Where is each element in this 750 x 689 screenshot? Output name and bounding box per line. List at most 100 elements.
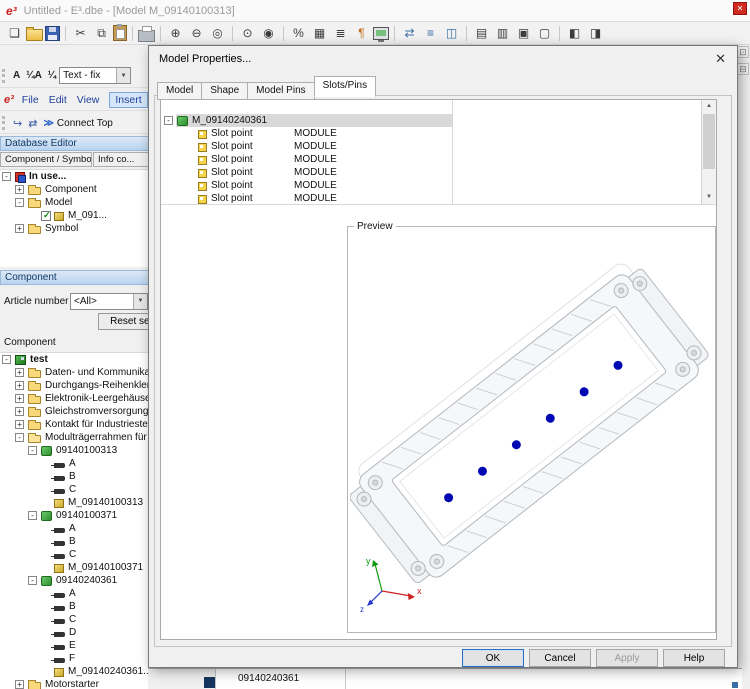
cascade-windows-icon[interactable]: ▣ bbox=[514, 25, 533, 42]
text-scale-icon[interactable]: ¼A bbox=[26, 70, 42, 81]
tree-item[interactable]: B bbox=[0, 535, 150, 548]
tree-item[interactable]: - 09140100313 bbox=[0, 444, 150, 457]
panel-view-icon[interactable]: ◫ bbox=[442, 25, 461, 42]
text-style-icon[interactable]: A bbox=[13, 70, 20, 81]
tree-expander[interactable]: - bbox=[2, 355, 11, 364]
tree-item[interactable]: + Durchgangs-Reihenklemm... bbox=[0, 379, 150, 392]
chevron-down-icon[interactable]: ▼ bbox=[116, 68, 131, 83]
toolbar-grip[interactable] bbox=[2, 116, 5, 130]
tree-expander[interactable]: - bbox=[15, 198, 24, 207]
tree-item[interactable]: B bbox=[0, 470, 150, 483]
tree-item[interactable]: + Component bbox=[0, 183, 150, 196]
tree-item[interactable]: A bbox=[0, 457, 150, 470]
tree-expander[interactable]: - bbox=[28, 446, 37, 455]
tab-model[interactable]: Model bbox=[157, 82, 203, 100]
tree-item[interactable]: - 09140240361 bbox=[0, 574, 150, 587]
tree-item[interactable]: C bbox=[0, 548, 150, 561]
checkbox-icon[interactable] bbox=[41, 210, 51, 221]
right-toolbar-icon-2[interactable]: ⊟ bbox=[737, 63, 749, 75]
paste-icon[interactable] bbox=[113, 24, 127, 41]
tree-expander[interactable]: - bbox=[2, 172, 11, 181]
tree-item[interactable]: + Symbol bbox=[0, 222, 150, 235]
tile-vertical-icon[interactable]: ▥ bbox=[493, 25, 512, 42]
menu-item-view[interactable]: View bbox=[77, 94, 100, 106]
tab-shape[interactable]: Shape bbox=[201, 82, 249, 100]
tree-item[interactable]: M_091... bbox=[0, 209, 150, 222]
menu-item-insert[interactable]: Insert bbox=[109, 92, 148, 108]
new-file-icon[interactable]: ❏ bbox=[5, 25, 24, 42]
tree-item[interactable]: A bbox=[0, 522, 150, 535]
db-tab-1[interactable]: Info co... bbox=[93, 152, 149, 167]
article-number-combo[interactable]: <All> ▼ bbox=[70, 292, 148, 310]
tree-item[interactable]: + Motorstarter bbox=[0, 678, 150, 689]
tab-model-pins[interactable]: Model Pins bbox=[247, 82, 315, 100]
pilcrow-icon[interactable]: ¶ bbox=[352, 25, 371, 42]
tree-item[interactable]: + Elektronik-Leergehäuse bbox=[0, 392, 150, 405]
slot-row[interactable]: Slot point MODULE bbox=[161, 127, 452, 140]
grid-icon[interactable]: ▦ bbox=[310, 25, 329, 42]
tree-item[interactable]: + Daten- und Kommunikatio... bbox=[0, 366, 150, 379]
menu-item-file[interactable]: File bbox=[22, 94, 39, 106]
previous-view-icon[interactable]: ◉ bbox=[259, 25, 278, 42]
column-left-icon[interactable]: ◧ bbox=[565, 25, 584, 42]
help-button[interactable]: Help bbox=[663, 649, 725, 667]
save-icon[interactable] bbox=[45, 25, 60, 41]
scroll-thumb[interactable] bbox=[703, 114, 715, 169]
slot-row[interactable]: Slot point MODULE bbox=[161, 153, 452, 166]
connect-top-button[interactable]: Connect Top bbox=[57, 118, 113, 129]
tree-view-icon[interactable]: ≡ bbox=[421, 25, 440, 42]
apply-button[interactable]: Apply bbox=[596, 649, 658, 667]
slot-row[interactable]: Slot point MODULE bbox=[161, 192, 452, 204]
tree-expander[interactable]: - bbox=[28, 576, 37, 585]
right-toolbar-icon-1[interactable]: ⊡ bbox=[737, 46, 749, 58]
dialog-title-bar[interactable]: Model Properties... ✕ bbox=[149, 46, 737, 72]
tree-item[interactable]: - Model bbox=[0, 196, 150, 209]
tree-item[interactable]: C bbox=[0, 483, 150, 496]
slot-row[interactable]: Slot point MODULE bbox=[161, 166, 452, 179]
tree-item[interactable]: - 09140100371 bbox=[0, 509, 150, 522]
text-fraction-icon[interactable]: ¼ bbox=[48, 70, 56, 81]
tree-expander[interactable]: + bbox=[15, 420, 24, 429]
slot-tree-root[interactable]: - M_09140240361 bbox=[161, 114, 452, 127]
zoom-fit-icon[interactable]: ◎ bbox=[208, 25, 227, 42]
db-tab-0[interactable]: Component / Symbol bbox=[0, 152, 92, 167]
dialog-close-icon[interactable]: ✕ bbox=[715, 51, 726, 67]
connect-swap-icon[interactable]: ⇄ bbox=[28, 117, 37, 130]
zoom-in-icon[interactable]: ⊕ bbox=[166, 25, 185, 42]
tree-item[interactable]: B bbox=[0, 600, 150, 613]
tree-item[interactable]: A bbox=[0, 587, 150, 600]
tree-item[interactable]: M_09140100313 bbox=[0, 496, 150, 509]
tree-item[interactable]: E bbox=[0, 639, 150, 652]
tile-horizontal-icon[interactable]: ▤ bbox=[472, 25, 491, 42]
connect-arrow-icon[interactable]: ↪ bbox=[13, 117, 22, 130]
tree-expander[interactable]: + bbox=[15, 680, 24, 689]
toolbar-grip[interactable] bbox=[2, 68, 5, 83]
column-right-icon[interactable]: ◨ bbox=[586, 25, 605, 42]
tree-item[interactable]: - Modulträgerrahmen für In... bbox=[0, 431, 150, 444]
tree-expander[interactable]: + bbox=[15, 224, 24, 233]
tree-expander[interactable]: + bbox=[15, 368, 24, 377]
tree-expander[interactable]: - bbox=[28, 511, 37, 520]
resize-grip[interactable] bbox=[732, 682, 738, 688]
tree-item[interactable]: M_09140240361... bbox=[0, 665, 150, 678]
tab-slots-pins[interactable]: Slots/Pins bbox=[313, 76, 377, 97]
cancel-button[interactable]: Cancel bbox=[529, 649, 591, 667]
tree-item[interactable]: F bbox=[0, 652, 150, 665]
slot-row[interactable]: Slot point MODULE bbox=[161, 140, 452, 153]
chevron-down-icon[interactable]: ▼ bbox=[133, 293, 147, 309]
text-style-combo[interactable]: Text - fix ▼ bbox=[59, 67, 132, 84]
tree-expander[interactable]: - bbox=[164, 116, 173, 125]
swap-panels-icon[interactable]: ⇄ bbox=[400, 25, 419, 42]
tree-item[interactable]: - test bbox=[0, 353, 150, 366]
cut-icon[interactable]: ✂ bbox=[71, 25, 90, 42]
copy-icon[interactable]: ⧉ bbox=[92, 25, 111, 42]
tree-item[interactable]: + Gleichstromversorgung bbox=[0, 405, 150, 418]
tree-item[interactable]: D bbox=[0, 626, 150, 639]
sheet-list-icon[interactable]: ≣ bbox=[331, 25, 350, 42]
tree-item[interactable]: C bbox=[0, 613, 150, 626]
preview-3d-view[interactable]: y x z bbox=[350, 234, 713, 630]
scroll-down-icon[interactable]: ▼ bbox=[702, 191, 716, 204]
zoom-out-icon[interactable]: ⊖ bbox=[187, 25, 206, 42]
print-icon[interactable] bbox=[138, 25, 155, 42]
tree-item[interactable]: + Kontakt für Industriesteck... bbox=[0, 418, 150, 431]
